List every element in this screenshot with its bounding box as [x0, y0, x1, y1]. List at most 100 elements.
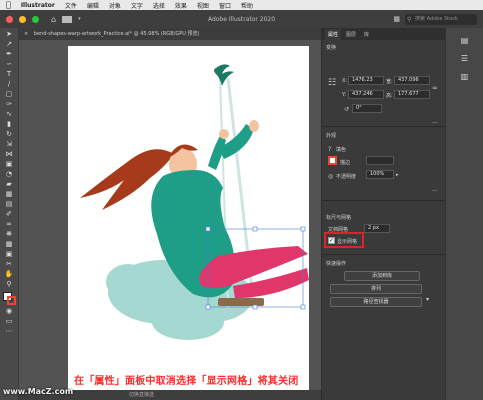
add-to-library-button[interactable]: 添加到库 [344, 271, 420, 281]
selection-tool-icon[interactable]: ➤ [4, 31, 15, 38]
width-tool-icon[interactable]: ⋈ [4, 151, 15, 158]
blend-tool-icon[interactable]: ∞ [4, 221, 15, 228]
menu-view[interactable]: 视图 [197, 1, 209, 10]
type-tool-icon[interactable]: T [4, 71, 15, 78]
rotate-angle-field[interactable]: 0° [352, 104, 382, 113]
rotate-icon: ↺ [344, 106, 350, 113]
free-transform-tool-icon[interactable]: ▣ [4, 161, 15, 168]
libraries-panel-icon[interactable]: ▥ [458, 72, 472, 82]
menu-window[interactable]: 窗口 [219, 1, 231, 10]
zoom-window-button[interactable] [32, 15, 39, 23]
appearance-more-icon[interactable]: ... [432, 186, 438, 193]
menu-app-name[interactable]: Illustrator [21, 2, 55, 9]
pathfinder-button[interactable]: 路径查找器 [330, 297, 422, 307]
menu-edit[interactable]: 编辑 [87, 1, 99, 10]
panel-dock: ▤ ☰ ▥ [445, 28, 483, 400]
artboard[interactable] [68, 46, 309, 390]
symbol-sprayer-tool-icon[interactable]: ❋ [4, 231, 15, 238]
perspective-tool-icon[interactable]: ▰ [4, 181, 15, 188]
menu-bar:  Illustrator 文件 编辑 对象 文字 选择 效果 视图 窗口 帮助 [0, 0, 483, 10]
status-text: 切换直接选 [129, 392, 155, 398]
opacity-field[interactable]: 100% [366, 170, 394, 179]
grid-spacing-field[interactable]: 2 px [364, 224, 390, 233]
arrange-button[interactable]: 排列 [330, 284, 422, 294]
shape-builder-tool-icon[interactable]: ◔ [4, 171, 15, 178]
direct-selection-tool-icon[interactable]: ↗ [4, 41, 15, 48]
y-field[interactable]: 437.246 [348, 90, 384, 99]
workspace-layout-icon[interactable] [62, 15, 73, 23]
width-field[interactable]: 437.096 [394, 76, 430, 85]
show-grid-checkbox[interactable]: ✓ [328, 237, 335, 244]
tab-properties[interactable]: 属性 [325, 29, 342, 40]
apple-menu-icon[interactable]:  [6, 1, 11, 9]
stroke-swatch[interactable] [328, 156, 337, 165]
shaper-tool-icon[interactable]: ∿ [4, 111, 15, 118]
tab-layers[interactable]: 图层 [343, 29, 359, 40]
chevron-down-icon[interactable]: ▾ [426, 296, 429, 303]
slice-tool-icon[interactable]: ✂ [4, 261, 15, 268]
pen-tool-icon[interactable]: ✒ [4, 51, 15, 58]
menu-effect[interactable]: 效果 [175, 1, 187, 10]
fill-label: 填色 [336, 147, 347, 153]
screen-mode-icon[interactable]: ▭ [4, 318, 15, 325]
edit-toolbar-icon[interactable]: ⋯ [4, 328, 15, 335]
ruler-grid-section-title: 标尺与网格 [326, 215, 352, 221]
eraser-tool-icon[interactable]: ▮ [4, 121, 15, 128]
chevron-down-icon[interactable]: ▾ [78, 16, 81, 22]
canvas-area[interactable] [19, 40, 321, 390]
hand-tool-icon[interactable]: ✋ [4, 271, 15, 278]
paintbrush-tool-icon[interactable]: ✑ [4, 101, 15, 108]
zoom-tool-icon[interactable]: ⚲ [4, 281, 15, 288]
gradient-tool-icon[interactable]: ▤ [4, 201, 15, 208]
minimize-window-button[interactable] [19, 15, 26, 23]
mesh-tool-icon[interactable]: ▦ [4, 191, 15, 198]
draw-mode-icon[interactable]: ◉ [4, 308, 15, 315]
help-icon: ? [328, 146, 332, 153]
search-icon: ⚲ [407, 15, 412, 23]
divider [322, 200, 446, 201]
tools-panel: ➤ ↗ ✒ ∽ T ∕ ▢ ✑ ∿ ▮ ↻ ⇲ ⋈ ▣ ◔ ▰ ▦ ▤ ✐ ∞ … [0, 28, 19, 400]
scale-tool-icon[interactable]: ⇲ [4, 141, 15, 148]
menu-object[interactable]: 对象 [109, 1, 121, 10]
curvature-tool-icon[interactable]: ∽ [4, 61, 15, 68]
close-window-button[interactable] [6, 15, 13, 23]
line-tool-icon[interactable]: ∕ [4, 81, 15, 88]
panel-tabs: 属性 图层 库 [322, 28, 445, 40]
transform-more-icon[interactable]: ... [432, 118, 438, 125]
rotate-tool-icon[interactable]: ↻ [4, 131, 15, 138]
chevron-right-icon[interactable]: ▸ [396, 172, 399, 178]
divider [322, 126, 446, 127]
tab-libraries[interactable]: 库 [361, 29, 372, 40]
menu-type[interactable]: 文字 [131, 1, 143, 10]
quick-actions-title: 快速操作 [326, 261, 347, 267]
menu-file[interactable]: 文件 [65, 1, 77, 10]
stroke-weight-field[interactable] [366, 156, 394, 165]
transform-section-title: 变换 [326, 45, 337, 51]
layers-panel-icon[interactable]: ☰ [458, 54, 472, 64]
stroke-label: 描边 [340, 160, 351, 166]
divider [322, 254, 446, 255]
arrange-documents-icon[interactable]: ▦ [393, 15, 400, 23]
artboard-tool-icon[interactable]: ▣ [4, 251, 15, 258]
properties-panel-icon[interactable]: ▤ [458, 36, 472, 46]
fill-stroke-swatch[interactable] [2, 292, 16, 305]
h-label: 高: [386, 93, 393, 99]
link-proportions-icon[interactable]: ∞ [432, 84, 438, 92]
home-icon[interactable]: ⌂ [51, 15, 56, 24]
close-tab-icon[interactable]: × [24, 31, 28, 37]
reference-point-icon[interactable]: ☷ [328, 78, 336, 88]
menu-help[interactable]: 帮助 [241, 1, 253, 10]
menu-select[interactable]: 选择 [153, 1, 165, 10]
x-label: X: [342, 78, 348, 84]
x-field[interactable]: 1476.23 [348, 76, 384, 85]
height-field[interactable]: 177.677 [394, 90, 430, 99]
document-tab[interactable]: × bend-shapes-warp-artwork_Practice.ai* … [19, 28, 321, 40]
show-grid-label[interactable]: 显示网格 [337, 238, 357, 245]
tutorial-caption: 在「属性」面板中取消选择「显示网格」将其关闭 [74, 376, 299, 387]
eyedropper-tool-icon[interactable]: ✐ [4, 211, 15, 218]
search-placeholder: 搜索 Adobe Stock [415, 15, 458, 22]
rectangle-tool-icon[interactable]: ▢ [4, 91, 15, 98]
w-label: 宽: [386, 79, 393, 85]
graph-tool-icon[interactable]: ▩ [4, 241, 15, 248]
stock-search-input[interactable]: ⚲ 搜索 Adobe Stock [405, 13, 477, 25]
